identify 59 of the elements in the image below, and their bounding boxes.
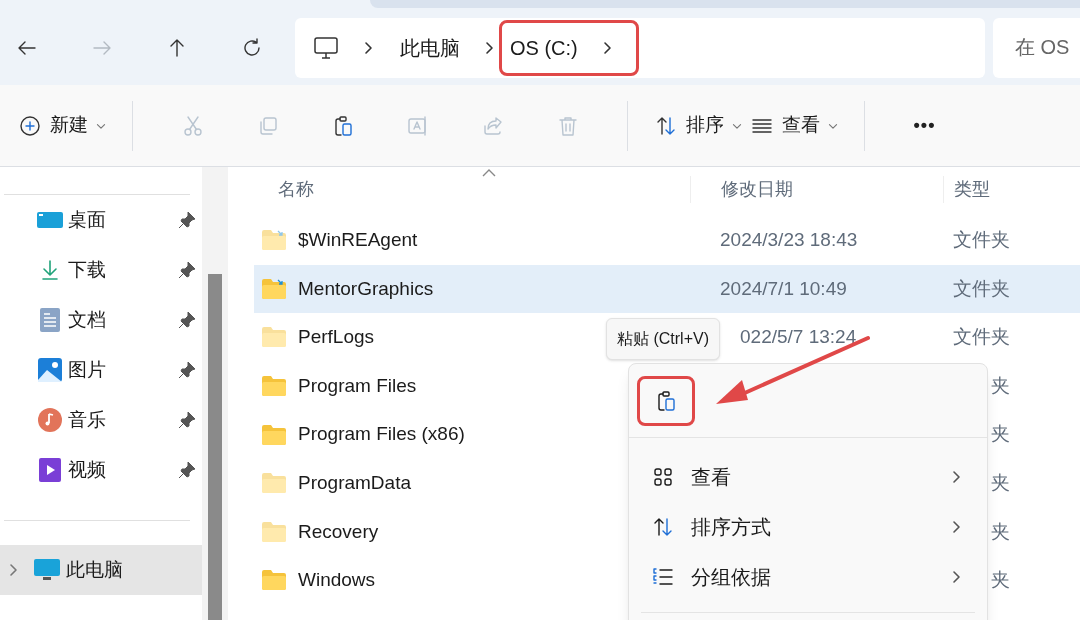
desktop-icon <box>37 210 63 230</box>
picture-icon <box>38 358 62 382</box>
computer-icon <box>313 35 339 60</box>
more-label: ••• <box>913 114 936 137</box>
type-cell-text: 夹 <box>991 422 1010 447</box>
file-name: ProgramData <box>298 471 411 495</box>
document-icon <box>40 308 60 332</box>
sidebar-item[interactable]: 图片 <box>0 345 202 395</box>
grid-icon <box>651 465 675 489</box>
menu-item[interactable]: 查看 <box>629 452 987 502</box>
type-cell-text: 文件夹 <box>953 325 1010 350</box>
file-name: MentorGraphics <box>298 276 434 301</box>
file-name: PerfLogs <box>298 325 375 350</box>
sidebar-label: 文档 <box>68 307 106 332</box>
paste-button[interactable] <box>637 375 695 426</box>
sidebar-label: 图片 <box>68 357 106 382</box>
menu-item[interactable]: 排序方式 <box>629 502 987 552</box>
type-cell-text: 文件夹 <box>953 228 1010 253</box>
file-name: Program Files <box>298 373 417 398</box>
music-icon <box>38 408 62 432</box>
date-cell-text: 2024/7/1 10:49 <box>720 276 847 301</box>
column-header[interactable]: 修改日期 <box>690 175 943 203</box>
type-cell-text: 夹 <box>991 519 1010 544</box>
date-cell-text: 2024/3/23 18:43 <box>720 228 858 253</box>
sidebar-label: 桌面 <box>68 207 106 232</box>
sidebar-item[interactable]: 文档 <box>0 295 202 345</box>
file-name: Program Files (x86) <box>298 422 465 447</box>
menu-item[interactable]: 分组依据 <box>629 552 987 602</box>
more-button[interactable]: ••• <box>887 101 962 150</box>
sidebar-item[interactable]: 音乐 <box>0 395 202 445</box>
video-icon <box>39 458 61 482</box>
address-bar[interactable]: 此电脑 OS (C:) <box>295 17 985 78</box>
sidebar-item[interactable]: 下载 <box>0 245 202 295</box>
file-name: Recovery <box>298 519 379 544</box>
scrollbar-thumb[interactable] <box>208 274 222 620</box>
sidebar-label: 音乐 <box>68 407 106 432</box>
monitor-icon <box>34 558 60 582</box>
tree-item[interactable]: 此电脑 <box>0 545 202 595</box>
column-header[interactable]: 名称 <box>254 175 690 203</box>
column-header[interactable]: 类型 <box>943 175 990 203</box>
sidebar-item[interactable]: 桌面 <box>0 195 202 245</box>
type-cell-text: 夹 <box>991 373 1010 398</box>
tooltip: 粘贴 (Ctrl+V) <box>606 318 720 360</box>
sort-caret-icon <box>482 169 496 177</box>
view-button[interactable]: 查看 <box>746 101 842 150</box>
sidebar-label: 视频 <box>68 457 106 482</box>
type-cell-text: 文件夹 <box>953 276 1010 301</box>
sidebar-label: 下载 <box>68 257 106 282</box>
date-cell-text: 022/5/7 13:24 <box>740 325 857 350</box>
new-button[interactable]: 新建 <box>14 101 110 150</box>
tree-label: 此电脑 <box>66 557 123 582</box>
type-cell-text: 夹 <box>991 471 1010 495</box>
file-name: Windows <box>298 568 376 593</box>
sidebar-item[interactable]: 视频 <box>0 445 202 495</box>
type-cell-text: 夹 <box>991 568 1010 593</box>
breadcrumb-item[interactable]: OS (C:) <box>499 19 639 76</box>
search-field[interactable]: 在 OS <box>993 17 1080 78</box>
file-name: $WinREAgent <box>298 228 418 253</box>
sort-button[interactable]: 排序 <box>650 101 746 150</box>
